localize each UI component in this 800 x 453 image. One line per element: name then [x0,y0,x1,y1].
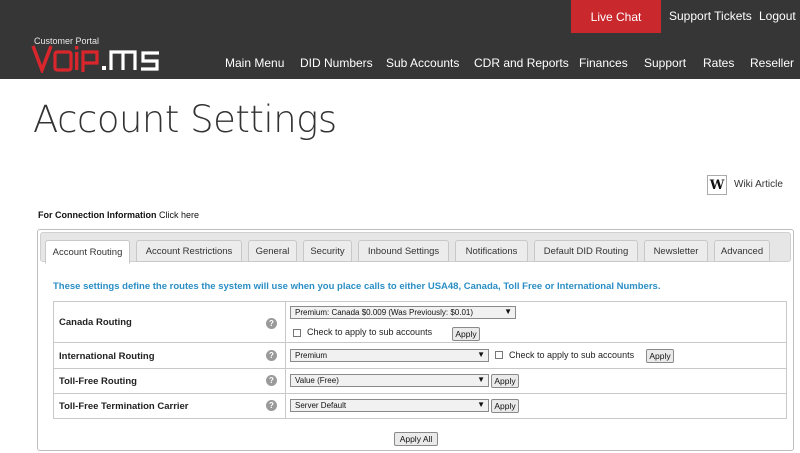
apply-all-button[interactable]: Apply All [394,432,438,446]
international-routing-label: International Routing [59,351,155,362]
canada-sub-accounts-label: Check to apply to sub accounts [307,327,433,337]
nav-did-numbers[interactable]: DID Numbers [300,56,373,72]
canada-routing-value: Premium: Canada $0.009 (Was Previously: … [295,308,474,317]
wikipedia-icon[interactable]: W [707,175,727,195]
table-row-international-routing: International Routing ? Premium ▼ Check … [54,343,786,369]
tab-advanced[interactable]: Advanced [714,240,770,262]
connection-info-label: For Connection Information [38,210,157,220]
nav-cdr-reports[interactable]: CDR and Reports [474,56,569,72]
dropdown-arrow-icon: ▼ [477,375,485,384]
nav-main-menu[interactable]: Main Menu [225,56,284,72]
page-title: Account Settings [33,98,337,141]
tab-bar: Account Routing Account Restrictions Gen… [40,232,791,264]
toll-free-apply-button[interactable]: Apply [491,374,519,388]
nav-rates[interactable]: Rates [703,56,734,72]
canada-routing-label: Canada Routing [59,317,132,328]
tab-security[interactable]: Security [303,240,352,262]
nav-finances[interactable]: Finances [579,56,628,72]
toll-free-routing-select[interactable]: Value (Free) ▼ [290,374,489,387]
tab-account-restrictions[interactable]: Account Restrictions [136,240,242,262]
tab-newsletter[interactable]: Newsletter [644,240,708,262]
settings-panel: Account Routing Account Restrictions Gen… [37,229,794,451]
dropdown-arrow-icon: ▼ [504,307,512,316]
table-row-toll-free-routing: Toll-Free Routing ? Value (Free) ▼ Apply [54,369,786,394]
help-icon[interactable]: ? [266,318,277,329]
tab-notifications[interactable]: Notifications [455,240,528,262]
top-header: Live Chat Support Tickets Logout Custome… [0,0,800,79]
toll-free-termination-label: Toll-Free Termination Carrier [59,401,189,412]
international-sub-accounts-checkbox[interactable] [495,351,503,359]
international-sub-accounts-label: Check to apply to sub accounts [509,350,635,360]
toll-free-termination-value: Server Default [295,401,347,410]
connection-info: For Connection Information Click here [38,210,199,220]
canada-apply-button[interactable]: Apply [452,327,480,341]
international-routing-select[interactable]: Premium ▼ [290,349,489,362]
table-row-toll-free-termination: Toll-Free Termination Carrier ? Server D… [54,394,786,418]
support-tickets-link[interactable]: Support Tickets [669,9,752,23]
international-apply-button[interactable]: Apply [646,349,674,363]
live-chat-button[interactable]: Live Chat [571,0,661,33]
voipms-logo[interactable] [31,43,197,73]
nav-sub-accounts[interactable]: Sub Accounts [386,56,459,72]
international-routing-value: Premium [295,351,328,360]
canada-routing-select[interactable]: Premium: Canada $0.009 (Was Previously: … [290,306,516,319]
toll-free-routing-value: Value (Free) [295,376,339,385]
tab-inbound-settings[interactable]: Inbound Settings [358,240,449,262]
routing-settings-table: Canada Routing ? Premium: Canada $0.009 … [53,301,787,419]
tab-account-routing[interactable]: Account Routing [45,240,130,264]
nav-support[interactable]: Support [644,56,686,72]
table-row-canada-routing: Canada Routing ? Premium: Canada $0.009 … [54,302,786,343]
toll-free-termination-select[interactable]: Server Default ▼ [290,399,489,412]
help-icon[interactable]: ? [266,375,277,386]
help-icon[interactable]: ? [266,400,277,411]
routing-intro-text: These settings define the routes the sys… [53,281,661,292]
nav-reseller[interactable]: Reseller [750,56,794,72]
dropdown-arrow-icon: ▼ [477,350,485,359]
logout-link[interactable]: Logout [759,9,796,23]
tab-default-did-routing[interactable]: Default DID Routing [534,240,638,262]
canada-sub-accounts-checkbox[interactable] [293,329,301,337]
toll-free-routing-label: Toll-Free Routing [59,376,137,387]
toll-free-termination-apply-button[interactable]: Apply [491,399,519,413]
wiki-article-link[interactable]: Wiki Article [734,179,783,190]
connection-info-link[interactable]: Click here [159,210,199,220]
dropdown-arrow-icon: ▼ [477,400,485,409]
help-icon[interactable]: ? [266,350,277,361]
tab-general[interactable]: General [248,240,297,262]
